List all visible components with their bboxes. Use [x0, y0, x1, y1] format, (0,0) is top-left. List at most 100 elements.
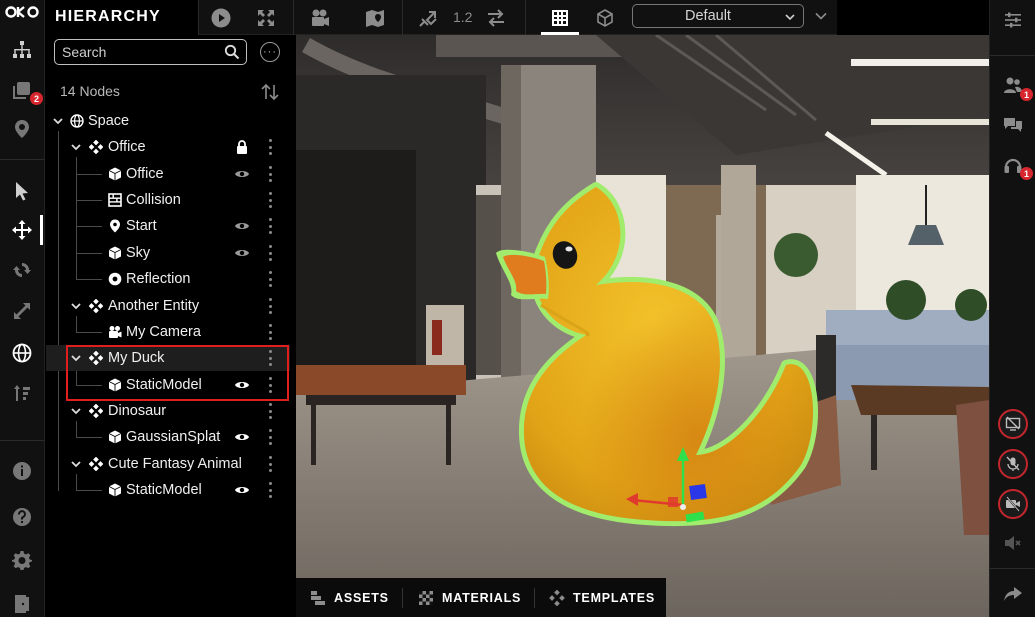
fullscreen-icon[interactable] — [255, 7, 277, 29]
sort-icon[interactable] — [260, 82, 280, 102]
scene-viewport[interactable] — [296, 35, 989, 617]
node-menu-icon[interactable] — [268, 245, 272, 261]
tree-node-sky[interactable]: Sky — [46, 240, 290, 266]
tab-assets[interactable]: ASSETS — [310, 578, 389, 617]
node-menu-icon[interactable] — [268, 139, 272, 155]
search-box[interactable] — [54, 39, 247, 65]
toolbar-expand-chevron-icon[interactable] — [814, 9, 828, 23]
tree-node-my-camera[interactable]: My Camera — [46, 319, 290, 345]
visibility-eye-icon[interactable] — [234, 245, 250, 261]
share-arrow-icon[interactable] — [1001, 582, 1025, 606]
tree-node-start[interactable]: Start — [46, 213, 290, 239]
entity-icon — [89, 140, 103, 154]
swap-arrows-icon[interactable] — [485, 7, 507, 29]
tree-node-reflection[interactable]: Reflection — [46, 266, 290, 292]
more-options-icon[interactable]: ··· — [260, 42, 280, 62]
camera-off-button[interactable] — [998, 489, 1028, 519]
tree-node-collision[interactable]: Collision — [46, 187, 290, 213]
entity-icon — [89, 299, 103, 313]
info-icon[interactable] — [10, 459, 34, 483]
app-logo[interactable] — [5, 3, 41, 21]
node-menu-icon[interactable] — [268, 166, 272, 182]
cube-icon — [108, 483, 122, 497]
rotate-icon[interactable] — [10, 258, 34, 282]
tree-node-dinosaur[interactable]: Dinosaur — [46, 398, 290, 424]
screen-off-icon — [1005, 416, 1021, 431]
scale-icon[interactable] — [10, 299, 34, 323]
visibility-eye-icon[interactable] — [234, 482, 250, 498]
tree-node-label: Space — [88, 113, 130, 129]
speaker-mute-icon[interactable] — [1001, 531, 1025, 555]
location-pin-icon[interactable] — [10, 117, 34, 141]
entity-icon — [89, 457, 103, 471]
wireframe-cube-icon[interactable] — [594, 7, 616, 29]
tree-node-office-entity[interactable]: Office — [46, 134, 290, 160]
play-icon[interactable] — [210, 7, 232, 29]
fly-speed-value[interactable]: 1.2 — [453, 9, 472, 25]
tab-divider — [402, 588, 403, 608]
headphones-icon[interactable]: 1 — [1001, 153, 1033, 180]
hierarchy-icon[interactable] — [10, 38, 34, 62]
snap-icon[interactable] — [10, 381, 34, 405]
tab-templates[interactable]: TEMPLATES — [549, 578, 655, 617]
tree-node-label: Collision — [126, 192, 181, 208]
node-menu-icon[interactable] — [268, 456, 272, 472]
camera-view-icon[interactable] — [309, 7, 331, 29]
chevron-down-icon — [785, 14, 795, 21]
microphone-off-button[interactable] — [998, 449, 1028, 479]
chat-icon[interactable] — [1001, 113, 1025, 137]
chevron-down-icon[interactable] — [70, 300, 82, 312]
users-icon[interactable]: 1 — [1001, 74, 1033, 101]
fly-speed-icon[interactable] — [418, 7, 440, 29]
node-menu-icon[interactable] — [268, 403, 272, 419]
select-cursor-icon[interactable] — [10, 179, 34, 203]
node-menu-icon[interactable] — [268, 298, 272, 314]
node-menu-icon[interactable] — [268, 429, 272, 445]
tree-node-cute-fantasy-animal[interactable]: Cute Fantasy Animal — [46, 451, 290, 477]
audio-badge: 1 — [1020, 167, 1033, 180]
exit-door-icon[interactable] — [10, 592, 34, 616]
materials-icon — [419, 590, 433, 605]
node-menu-icon[interactable] — [268, 218, 272, 234]
toolbar-divider — [198, 0, 199, 35]
right-rail: 1 1 — [989, 0, 1035, 617]
search-input[interactable] — [55, 40, 215, 64]
visibility-eye-icon[interactable] — [234, 166, 250, 182]
tree-node-label: Reflection — [126, 271, 191, 287]
globe-icon[interactable] — [10, 341, 34, 365]
nodes-count: 14 Nodes — [60, 83, 120, 99]
tab-materials[interactable]: MATERIALS — [418, 578, 521, 617]
tree-node-gaussiansplat[interactable]: GaussianSplat — [46, 424, 290, 450]
node-menu-icon[interactable] — [268, 324, 272, 340]
view-preset-select[interactable]: Default — [632, 4, 804, 28]
node-menu-icon[interactable] — [268, 192, 272, 208]
screen-share-off-button[interactable] — [998, 409, 1028, 439]
tree-node-label: Sky — [126, 245, 151, 261]
chevron-down-icon[interactable] — [70, 141, 82, 153]
help-icon[interactable] — [10, 505, 34, 529]
layers-icon[interactable]: 2 — [10, 78, 43, 105]
tree-node-label: My Camera — [126, 324, 201, 340]
tree-node-animal-staticmodel[interactable]: StaticModel — [46, 477, 290, 503]
sliders-icon[interactable] — [1001, 8, 1025, 32]
chevron-down-icon[interactable] — [52, 115, 64, 127]
move-icon[interactable] — [10, 218, 34, 242]
visibility-eye-icon[interactable] — [234, 429, 250, 445]
assets-icon — [311, 590, 325, 605]
lock-icon[interactable] — [234, 139, 250, 155]
search-icon[interactable] — [224, 44, 240, 60]
map-pin-icon[interactable] — [364, 7, 386, 29]
chevron-down-icon[interactable] — [70, 458, 82, 470]
globe-icon — [70, 114, 84, 128]
visibility-eye-icon[interactable] — [234, 218, 250, 234]
tree-node-office-model[interactable]: Office — [46, 161, 290, 187]
grid-icon[interactable] — [549, 7, 571, 29]
node-menu-icon[interactable] — [268, 482, 272, 498]
tree-node-another-entity[interactable]: Another Entity — [46, 293, 290, 319]
chevron-down-icon[interactable] — [70, 405, 82, 417]
node-menu-icon[interactable] — [268, 271, 272, 287]
cube-icon — [108, 167, 122, 181]
settings-gear-icon[interactable] — [10, 548, 34, 572]
templates-icon — [549, 589, 565, 606]
tree-node-space[interactable]: Space — [46, 108, 290, 134]
